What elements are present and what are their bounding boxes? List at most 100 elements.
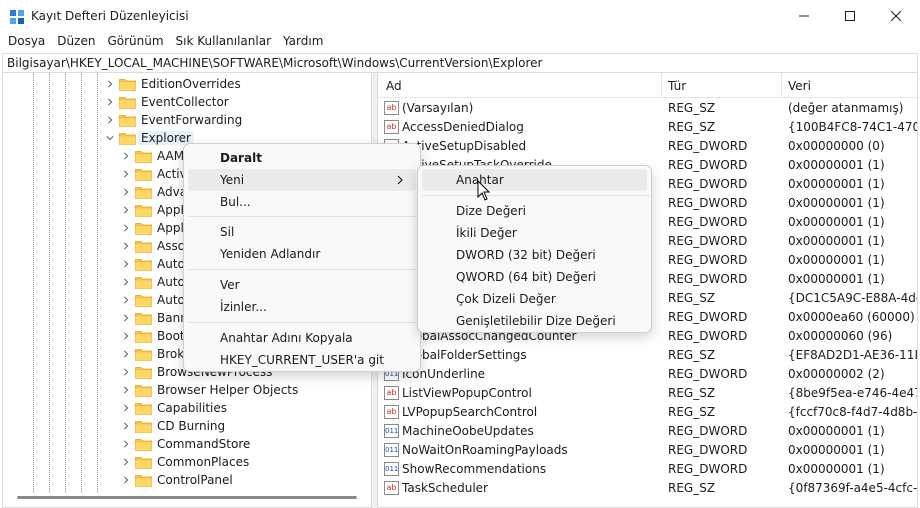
menu-view[interactable]: Görünüm (101, 32, 169, 52)
chevron-right-icon[interactable] (105, 79, 115, 89)
ctx-copy-key-name[interactable]: Anahtar Adını Kopyala (188, 327, 416, 349)
sub-dword-value[interactable]: DWORD (32 bit) Değeri (422, 244, 647, 266)
tree-item[interactable]: Bann (121, 309, 188, 327)
chevron-right-icon[interactable] (121, 205, 131, 215)
list-row[interactable]: ab TaskScheduler REG_SZ {0f87369f-a4e5-4cfc… (378, 479, 917, 498)
column-separator[interactable] (781, 73, 782, 98)
chevron-right-icon[interactable] (121, 241, 131, 251)
tree-item[interactable]: Browser Helper Objects (121, 381, 298, 399)
sub-string-value[interactable]: Dize Değeri (422, 200, 647, 222)
tree-item[interactable]: Auto (121, 291, 185, 309)
sub-key[interactable]: Anahtar (422, 169, 647, 191)
close-button[interactable] (873, 0, 919, 32)
list-row[interactable]: 011 IconUnderline REG_DWORD 0x00000002 (2) (378, 365, 917, 384)
sub-binary-value[interactable]: İkili Değer (422, 222, 647, 244)
tree-item[interactable]: Asso (121, 237, 185, 255)
sub-qword-value[interactable]: QWORD (64 bit) Değeri (422, 266, 647, 288)
address-bar[interactable]: Bilgisayar\HKEY_LOCAL_MACHINE\SOFTWARE\M… (2, 53, 918, 73)
folder-icon (135, 438, 152, 451)
menu-help[interactable]: Yardım (277, 32, 329, 52)
ctx-export-label: Ver (220, 278, 240, 292)
chevron-right-icon[interactable] (121, 295, 131, 305)
chevron-right-icon[interactable] (105, 115, 115, 125)
tree-item[interactable]: Auto (121, 273, 185, 291)
list-row[interactable]: ab ListViewPopupControl REG_SZ {8be9f5ea-e7… (378, 384, 917, 403)
tree-item[interactable]: CommonPlaces (121, 453, 249, 471)
chevron-right-icon[interactable] (105, 97, 115, 107)
value-data: 0x00000001 (1) (788, 177, 885, 191)
sub-expandable-string-value[interactable]: Genişletilebilir Dize Değeri (422, 310, 647, 332)
address-path[interactable]: Bilgisayar\HKEY_LOCAL_MACHINE\SOFTWARE\M… (7, 56, 543, 70)
ctx-find[interactable]: Bul... (188, 191, 416, 213)
tree-item[interactable]: Appli (121, 219, 187, 237)
list-row[interactable]: 011 MachineOobeUpdates REG_DWORD 0x00000001… (378, 422, 917, 441)
maximize-button[interactable] (827, 0, 873, 32)
list-row[interactable]: 011 NoWaitOnRoamingPayloads REG_DWORD 0x000… (378, 441, 917, 460)
chevron-right-icon[interactable] (121, 475, 131, 485)
sub-multi-string-value[interactable]: Çok Dizeli Değer (422, 288, 647, 310)
tree-item[interactable]: Broke (121, 345, 191, 363)
minimize-button[interactable] (781, 0, 827, 32)
ctx-export[interactable]: Ver (188, 274, 416, 296)
tree-item[interactable]: Explorer (105, 129, 194, 147)
ctx-delete[interactable]: Sil (188, 221, 416, 243)
ctx-collapse-label: Daralt (220, 151, 262, 165)
ctx-rename[interactable]: Yeniden Adlandır (188, 243, 416, 265)
list-row[interactable]: ab LVPopupSearchControl REG_SZ {fccf70c8-f4… (378, 403, 917, 422)
tree-item[interactable]: ControlPanel (121, 471, 233, 489)
column-data-header[interactable]: Veri (788, 79, 811, 93)
value-name: MachineOobeUpdates (402, 424, 534, 438)
ctx-separator (188, 322, 416, 323)
tree-item[interactable]: EventCollector (105, 93, 229, 111)
chevron-right-icon[interactable] (121, 421, 131, 431)
chevron-right-icon[interactable] (121, 349, 131, 359)
list-row[interactable]: ab (Varsayılan) REG_SZ (değer atanmamış) (378, 99, 917, 118)
tree-item[interactable]: Capabilities (121, 399, 227, 417)
chevron-down-icon[interactable] (105, 133, 115, 143)
menu-file[interactable]: Dosya (2, 32, 51, 52)
tree-item[interactable]: CD Burning (121, 417, 225, 435)
ctx-goto-hkcu[interactable]: HKEY_CURRENT_USER'a git (188, 349, 416, 371)
chevron-right-icon[interactable] (121, 457, 131, 467)
tree-item[interactable]: Boot (121, 327, 185, 345)
chevron-right-icon[interactable] (121, 223, 131, 233)
value-type: REG_SZ (668, 386, 716, 400)
value-name: TaskScheduler (402, 481, 488, 495)
ctx-new[interactable]: Yeni (188, 169, 416, 191)
chevron-right-icon[interactable] (121, 187, 131, 197)
chevron-right-icon[interactable] (121, 259, 131, 269)
tree-item[interactable]: Adva (121, 183, 187, 201)
chevron-right-icon[interactable] (121, 313, 131, 323)
tree-item[interactable]: Activ (121, 165, 187, 183)
chevron-right-icon[interactable] (121, 151, 131, 161)
value-data: {EF8AD2D1-AE36-11D (788, 348, 918, 362)
list-row[interactable]: ab AccessDeniedDialog REG_SZ {100B4FC8-74C1… (378, 118, 917, 137)
ctx-permissions[interactable]: İzinler... (188, 296, 416, 318)
chevron-right-icon[interactable] (121, 439, 131, 449)
tree-item[interactable]: EventForwarding (105, 111, 242, 129)
tree-guide-line (49, 73, 50, 493)
ctx-collapse[interactable]: Daralt (188, 147, 416, 169)
list-row[interactable]: 011ActiveSetupDisabledREG_DWORD0x0000000… (378, 137, 917, 156)
column-separator[interactable] (661, 73, 662, 98)
tree-horizontal-scrollbar[interactable] (17, 496, 357, 499)
list-row[interactable]: abGlobalFolderSettingsREG_SZ{EF8AD2D1-AE… (378, 346, 918, 365)
mouse-cursor-icon (477, 180, 491, 201)
column-type-header[interactable]: Tür (668, 79, 686, 93)
chevron-right-icon[interactable] (121, 403, 131, 413)
menu-favorites[interactable]: Sık Kullanılanlar (170, 32, 277, 52)
tree-item[interactable]: EditionOverrides (105, 75, 241, 93)
list-row[interactable]: 011 ShowRecommendations REG_DWORD 0x0000000… (378, 460, 917, 479)
chevron-right-icon[interactable] (121, 169, 131, 179)
tree-item[interactable]: AAM (121, 147, 184, 165)
new-submenu: Anahtar Dize Değeri İkili Değer DWORD (3… (417, 165, 652, 333)
chevron-right-icon[interactable] (121, 331, 131, 341)
tree-item[interactable]: CommandStore (121, 435, 250, 453)
column-name-header[interactable]: Ad (386, 79, 402, 93)
chevron-right-icon[interactable] (121, 385, 131, 395)
chevron-right-icon[interactable] (121, 277, 131, 287)
menu-edit[interactable]: Düzen (51, 32, 101, 52)
chevron-right-icon[interactable] (121, 367, 131, 377)
tree-item[interactable]: AppK (121, 201, 188, 219)
tree-item[interactable]: Auto (121, 255, 185, 273)
